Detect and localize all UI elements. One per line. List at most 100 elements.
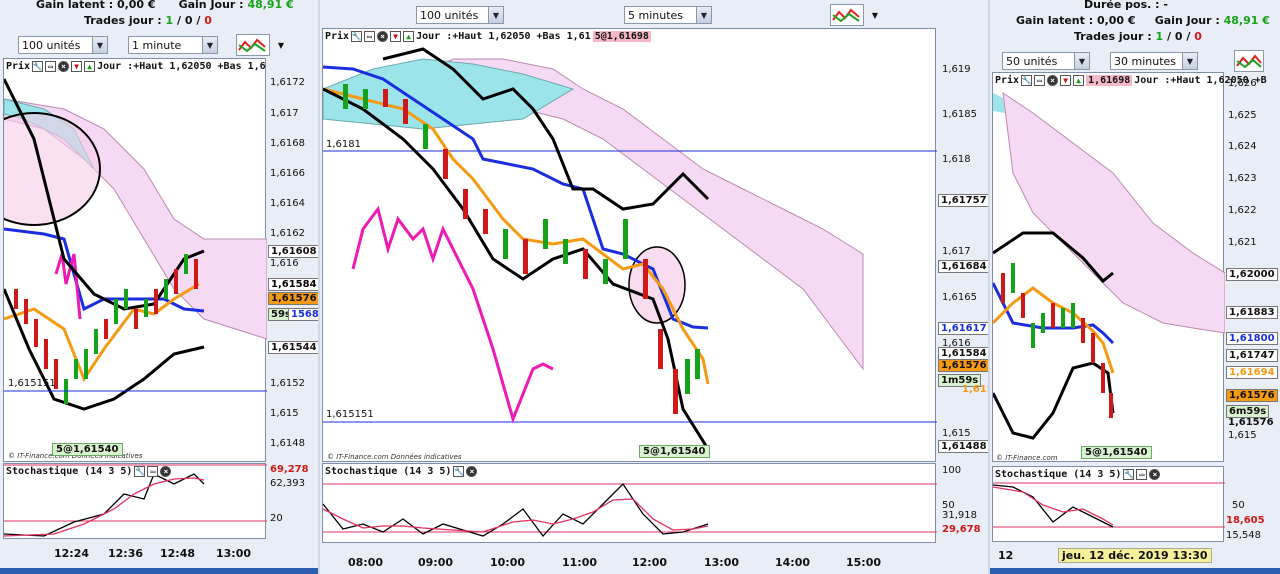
ref-line-label: 1,615151 <box>8 378 56 389</box>
copyright: © IT-Finance.com <box>996 454 1058 462</box>
stochastic-chart-1[interactable]: Stochastique (14 3 5) 🔧 ▭ × <box>3 463 267 539</box>
chart-panel-1min: Gain latent : 0,00 € Gain Jour : 48,91 €… <box>0 0 318 574</box>
duree-pos: Durée pos. : - <box>1084 0 1168 11</box>
price-tag: 1,61576 <box>268 292 318 305</box>
price-chart-3[interactable]: Prix 🔧 ▭ × ▼ ▲ 1,61698 Jour :+Haut 1,620… <box>992 72 1267 462</box>
wrench-icon[interactable]: 🔧 <box>1021 75 1033 86</box>
arrow-up-icon[interactable]: ▲ <box>403 31 415 42</box>
stochastic-chart-2[interactable]: Stochastique (14 3 5) 🔧 × <box>322 463 937 543</box>
position-tag: 5@1,61540 <box>639 445 710 458</box>
low-tag: 1,61488 <box>938 440 988 453</box>
arrow-up-icon[interactable]: ▲ <box>1073 75 1085 86</box>
stoch-val-1: 18,605 <box>1226 515 1265 526</box>
chevron-down-icon: ▼ <box>488 7 503 23</box>
window-icon[interactable]: ▭ <box>1034 75 1046 86</box>
ref-top-label: 1,6181 <box>326 139 361 150</box>
ref-bottom-label: 1,615151 <box>326 409 374 420</box>
blue-tag: 1568 <box>288 308 318 321</box>
price-chart-2[interactable]: Prix 🔧 ▭ × ▼ ▲ Jour :+Haut 1,62050 +Bas … <box>322 28 937 462</box>
tag-5: 1,61694 <box>1226 366 1278 379</box>
period-select[interactable]: 30 minutes ▼ <box>1110 52 1198 70</box>
gain-jour-label: Gain Jour : <box>178 0 244 11</box>
wrench-icon[interactable]: 🔧 <box>1123 469 1135 480</box>
trades-row: Trades jour : 1 / 0 / 0 <box>84 14 212 27</box>
stoch-val-1: 31,918 <box>942 510 977 521</box>
arrow-up-icon[interactable]: ▲ <box>84 61 96 72</box>
chart-panel-30min: Durée pos. : - Gain latent : 0,00 € Gain… <box>990 0 1280 574</box>
wrench-icon[interactable]: 🔧 <box>351 31 363 42</box>
period-select[interactable]: 5 minutes ▼ <box>624 6 712 24</box>
gain-jour-label: Gain Jour : <box>1154 14 1220 27</box>
arrow-down-icon[interactable]: ▼ <box>390 31 402 42</box>
price-caption: Prix 🔧 ▭ × ▼ ▲ Jour :+Haut 1,62050 +Bas … <box>325 31 651 42</box>
chart-type-icon[interactable] <box>236 34 270 56</box>
arrow-down-icon[interactable]: ▼ <box>71 61 83 72</box>
trades-row: Trades jour : 1 / 0 / 0 <box>1074 30 1202 43</box>
close-icon[interactable]: × <box>466 466 478 477</box>
copyright: © IT-Finance.com Données indicatives <box>327 453 462 461</box>
trades-label: Trades jour : <box>1074 30 1152 43</box>
price-plot <box>4 78 267 411</box>
wrench-icon[interactable]: 🔧 <box>453 466 465 477</box>
stoch-caption: Stochastique (14 3 5) 🔧 ▭ × <box>6 466 172 477</box>
gain-latent: Gain latent : 0,00 € <box>1016 14 1136 27</box>
window-icon[interactable]: ▭ <box>364 31 376 42</box>
tag-4: 1,61747 <box>1226 349 1278 362</box>
stoch-lvl20: 20 <box>270 513 283 524</box>
chevron-down-icon: ▼ <box>696 7 711 23</box>
price-tag: 1,61576 <box>1226 389 1278 402</box>
window-icon[interactable]: ▭ <box>147 466 159 477</box>
price-tag: 1,61576 <box>938 359 988 372</box>
chart-panel-5min: 100 unités ▼ 5 minutes ▼ ▼ Prix 🔧 ▭ × ▼ ▲ … <box>320 0 988 574</box>
low-tag: 1,61544 <box>268 341 318 354</box>
gain-jour-value: 48,91 € <box>1223 14 1270 27</box>
quantity-select[interactable]: 100 unités ▼ <box>416 6 504 24</box>
chevron-down-icon: ▼ <box>1182 53 1197 69</box>
close-icon[interactable]: × <box>1047 75 1059 86</box>
stoch-caption: Stochastique (14 3 5) 🔧 ▭ × <box>995 469 1161 480</box>
gain-jour-value: 48,91 € <box>247 0 294 11</box>
stochastic-chart-3[interactable]: Stochastique (14 3 5) 🔧 ▭ × <box>992 466 1225 542</box>
tag-2: 1,61883 <box>1226 306 1278 319</box>
stoch-val-1: 69,278 <box>270 464 309 475</box>
period-select[interactable]: 1 minute ▼ <box>128 36 218 54</box>
trades-a: 1 <box>1155 30 1164 43</box>
gain-row: Gain latent : 0,00 € Gain Jour : 48,91 € <box>36 0 294 11</box>
wrench-icon[interactable]: 🔧 <box>134 466 146 477</box>
chart-menu-icon[interactable]: ▼ <box>276 34 286 56</box>
tag-3: 1,61800 <box>1226 332 1278 345</box>
mid-tag: 1,61584 <box>268 278 318 291</box>
price-caption: Prix 🔧 ▭ × ▼ ▲ Jour :+Haut 1,62050 +Bas … <box>6 61 266 72</box>
high-tag: 1,61608 <box>268 245 318 258</box>
trades-c: 0 <box>1194 30 1202 43</box>
tag-2: 1,61684 <box>938 260 988 273</box>
price-chart-1[interactable]: Prix 🔧 ▭ × ▼ ▲ Jour :+Haut 1,62050 +Bas … <box>3 58 267 462</box>
trades-b: 0 <box>1174 30 1183 43</box>
close-icon[interactable]: × <box>160 466 172 477</box>
window-icon[interactable]: ▭ <box>45 61 57 72</box>
position-tag: 5@1,61540 <box>1081 446 1152 459</box>
caption-badge: 1,61698 <box>1086 75 1133 86</box>
close-icon[interactable]: × <box>377 31 389 42</box>
tag-5: 1,61551 <box>962 384 988 395</box>
x-tick: 12 <box>998 549 1014 562</box>
trades-c: 0 <box>204 14 212 27</box>
tag-3: 1,61617 <box>938 322 988 335</box>
window-icon[interactable]: ▭ <box>1136 469 1148 480</box>
arrow-down-icon[interactable]: ▼ <box>1060 75 1072 86</box>
chart-menu-icon[interactable]: ▼ <box>870 4 880 26</box>
close-icon[interactable]: × <box>58 61 70 72</box>
chart-type-icon[interactable] <box>830 4 864 26</box>
taskbar-strip <box>990 568 1280 574</box>
trades-label: Trades jour : <box>84 14 162 27</box>
wrench-icon[interactable]: 🔧 <box>32 61 44 72</box>
stoch-val-2: 15,548 <box>1226 530 1261 541</box>
quantity-select[interactable]: 100 unités ▼ <box>18 36 108 54</box>
price-caption: Prix 🔧 ▭ × ▼ ▲ 1,61698 Jour :+Haut 1,620… <box>995 75 1267 86</box>
close-icon[interactable]: × <box>1149 469 1161 480</box>
chart-type-icon[interactable] <box>1234 50 1264 72</box>
candles <box>1001 263 1113 418</box>
price-plot <box>993 91 1225 440</box>
price-plot <box>323 47 937 450</box>
quantity-select[interactable]: 50 unités ▼ <box>1002 52 1090 70</box>
